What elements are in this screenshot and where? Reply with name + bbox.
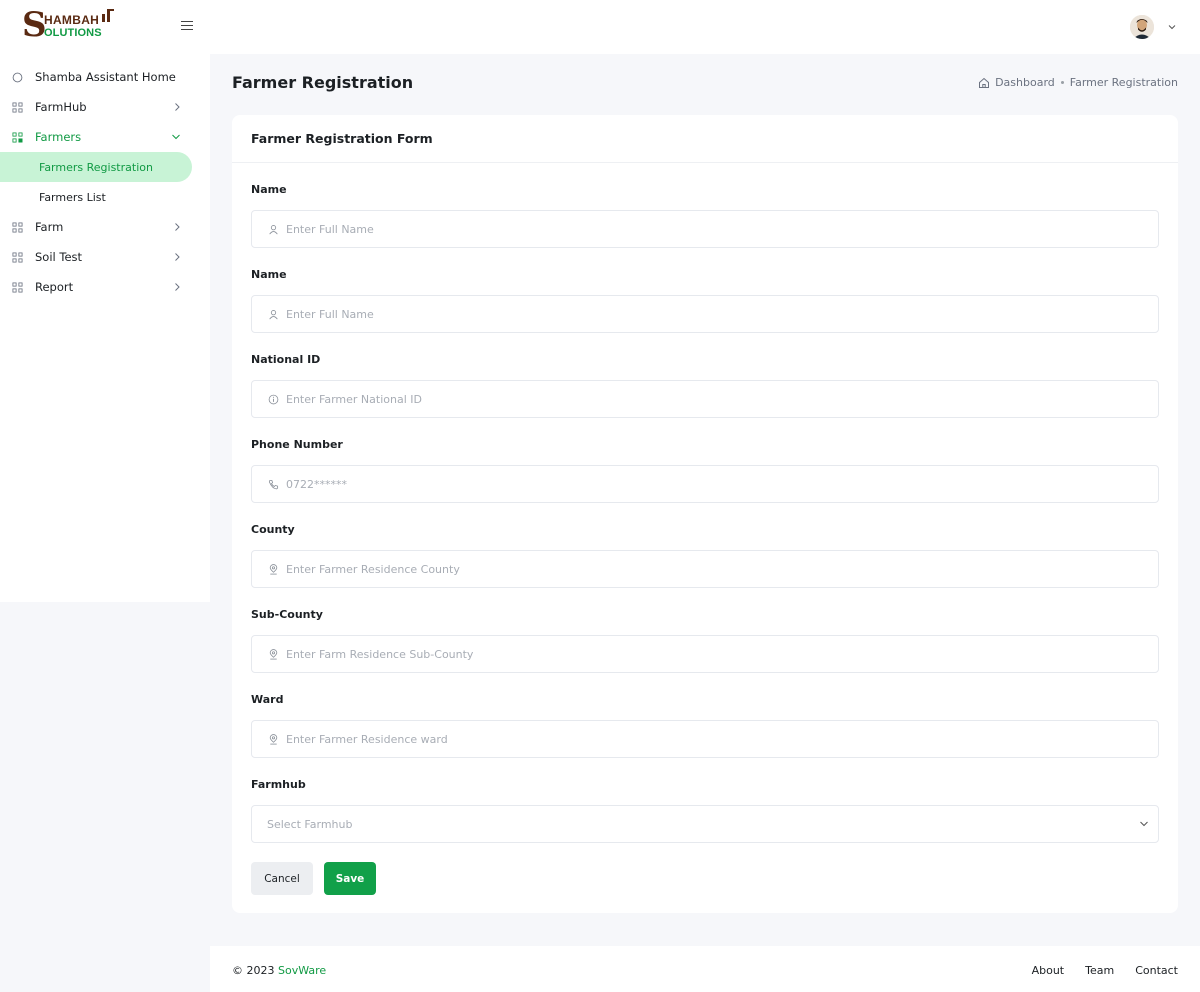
sub-county-input[interactable] [286,636,1158,672]
name-input-2[interactable] [286,296,1158,332]
avatar-image-icon [1130,15,1154,39]
sidebar-item-farmhub[interactable]: FarmHub [0,92,210,122]
footer-link-contact[interactable]: Contact [1135,964,1178,977]
phone-number-input[interactable] [286,466,1158,502]
phone-number-label: Phone Number [251,438,343,451]
name-field [251,210,1159,248]
sidebar-item-label: FarmHub [35,100,87,114]
breadcrumb-separator [1060,81,1064,84]
grid-icon [12,102,23,112]
sidebar-item-label: Shamba Assistant Home [35,70,176,84]
logo-line-1: HAMBAH [44,13,100,27]
cancel-button[interactable]: Cancel [251,862,313,895]
farmhub-select-value: Select Farmhub [267,817,353,831]
ward-label: Ward [251,693,284,706]
user-icon [269,309,278,319]
sidebar-subitem-label: Farmers Registration [39,160,153,174]
grid-icon [12,222,23,232]
footer-copyright: © 2023 SovWare [232,964,326,977]
location-pin-icon [269,648,278,659]
sidebar: S HAMBAH OLUTIONS Shamba Assistant Home [0,0,210,602]
sidebar-item-shamba-assistant-home[interactable]: Shamba Assistant Home [0,62,210,92]
logo-line-2: OLUTIONS [44,27,102,39]
card-title: Farmer Registration Form [232,115,1178,163]
county-input[interactable] [286,551,1158,587]
phone-number-field [251,465,1159,503]
footer-link-team[interactable]: Team [1085,964,1114,977]
chevron-right-icon [175,253,180,261]
national-id-label: National ID [251,353,321,366]
logo-bars-icon [102,9,114,23]
farmhub-select[interactable]: Select Farmhub [251,805,1159,843]
sidebar-subitem-label: Farmers List [39,190,106,204]
name-input[interactable] [286,211,1158,247]
sidebar-subitem-farmers-list[interactable]: Farmers List [0,182,192,212]
county-label: County [251,523,295,536]
national-id-field [251,380,1159,418]
chevron-right-icon [175,223,180,231]
footer-link-about[interactable]: About [1032,964,1065,977]
name-label-2: Name [251,268,287,281]
shambah-solutions-logo[interactable]: S HAMBAH OLUTIONS [22,5,117,45]
chevron-right-icon [175,103,180,111]
breadcrumb-current: Farmer Registration [1069,76,1178,89]
logo-letter: S [22,5,47,45]
ward-field [251,720,1159,758]
location-pin-icon [269,563,278,574]
sidebar-item-farmers[interactable]: Farmers [0,122,210,152]
chevron-down-icon [172,134,180,140]
county-field [251,550,1159,588]
sidebar-item-label: Report [35,280,74,294]
home-icon [979,77,990,88]
footer: © 2023 SovWare About Team Contact [210,946,1200,992]
farmer-registration-card: Farmer Registration Form Name Name Natio… [232,115,1178,913]
sidebar-item-soil-test[interactable]: Soil Test [0,242,210,272]
sidebar-item-label: Farm [35,220,64,234]
sidebar-nav: Shamba Assistant Home FarmHub Farmers Fa… [0,62,210,302]
circle-icon [12,72,23,82]
name-label: Name [251,183,287,196]
chevron-right-icon [175,283,180,291]
copyright-text: © 2023 [232,964,275,977]
breadcrumb-dashboard-link[interactable]: Dashboard [995,76,1055,89]
grid-icon [12,252,23,262]
sub-county-label: Sub-County [251,608,323,621]
farmhub-label: Farmhub [251,778,306,791]
save-button[interactable]: Save [324,862,376,895]
sidebar-item-farm[interactable]: Farm [0,212,210,242]
user-avatar[interactable] [1130,15,1154,39]
ward-input[interactable] [286,721,1158,757]
sidebar-subitem-farmers-registration[interactable]: Farmers Registration [0,152,192,182]
user-icon [269,224,278,234]
sidebar-item-label: Farmers [35,130,82,144]
sidebar-item-label: Soil Test [35,250,83,264]
top-bar [210,0,1200,54]
hamburger-menu-icon[interactable] [181,21,193,31]
grid-icon [12,282,23,292]
national-id-input[interactable] [286,381,1158,417]
grid-icon [12,132,23,142]
sub-county-field [251,635,1159,673]
phone-icon [268,479,279,489]
logo-area: S HAMBAH OLUTIONS [0,0,210,54]
breadcrumb: Dashboard Farmer Registration [978,76,1178,89]
name-field-2 [251,295,1159,333]
sidebar-item-report[interactable]: Report [0,272,210,302]
location-pin-icon [269,733,278,744]
page-title: Farmer Registration [232,73,414,92]
chevron-down-icon [1140,821,1148,827]
company-link[interactable]: SovWare [278,964,326,977]
chevron-down-icon[interactable] [1168,23,1176,31]
info-icon [268,394,279,404]
footer-links: About Team Contact [1011,964,1178,977]
